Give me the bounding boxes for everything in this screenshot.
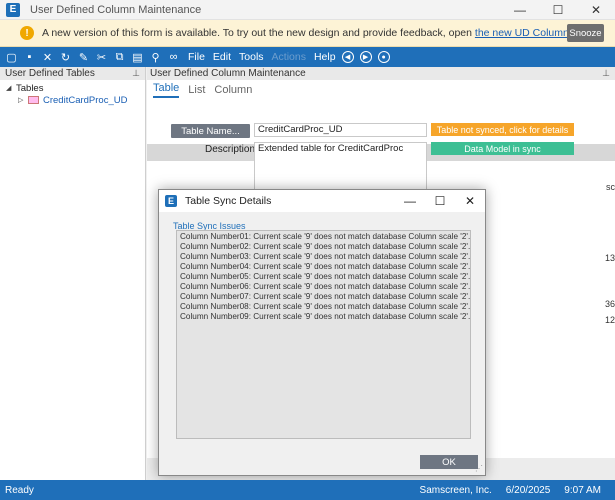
status-company: Samscreen, Inc. — [419, 484, 492, 496]
tree-node-table-label[interactable]: CreditCardProc_UD — [43, 95, 127, 106]
close-button[interactable]: ✕ — [577, 0, 615, 20]
grid-edge-text: 36 — [604, 299, 615, 309]
tab-table[interactable]: Table — [153, 82, 180, 98]
table-sync-dialog: E Table Sync Details — ☐ ✕ Table Sync Is… — [158, 189, 486, 476]
right-panel-header: User Defined Column Maintenance ⊥ — [147, 67, 615, 80]
pin-icon[interactable]: ⊥ — [602, 67, 610, 80]
status-date: 6/20/2025 — [505, 484, 551, 496]
issue-line: Column Number07: Current scale '9' does … — [180, 292, 470, 301]
dialog-titlebar: E Table Sync Details — ☐ ✕ — [159, 190, 485, 212]
collapsed-triangle-icon[interactable]: ▷ — [18, 96, 28, 104]
tab-strip: Table List Column — [147, 80, 615, 98]
data-model-status: Data Model in sync — [431, 142, 574, 155]
save-icon[interactable]: ▪ — [23, 51, 36, 64]
window-controls: — ☐ ✕ — [501, 0, 615, 20]
cut-icon[interactable]: ✂ — [95, 51, 108, 64]
grid-edge-text: 12 — [604, 315, 615, 325]
status-time: 9:07 AM — [564, 484, 601, 496]
forward-icon[interactable]: ▶ — [359, 51, 372, 63]
new-ud-column-link[interactable]: the new UD Column — [475, 27, 569, 39]
status-right: Samscreen, Inc. 6/20/2025 9:07 AM — [420, 485, 615, 496]
dialog-close-button[interactable]: ✕ — [455, 190, 485, 212]
issue-line: Column Number05: Current scale '9' does … — [180, 272, 470, 281]
left-panel-title: User Defined Tables — [5, 68, 95, 79]
binoculars-icon[interactable]: ∞ — [167, 51, 180, 64]
table-not-synced-button[interactable]: Table not synced, click for details — [431, 123, 574, 136]
window-title: User Defined Column Maintenance — [30, 3, 202, 16]
main-toolbar: ▢ ▪ ✕ ↻ ✎ ✂ ⧉ ▤ ⚲ ∞ File Edit Tools Acti… — [0, 47, 615, 67]
left-panel-header: User Defined Tables ⊥ — [0, 67, 145, 80]
issue-line: Column Number06: Current scale '9' does … — [180, 282, 470, 291]
dialog-minimize-button[interactable]: — — [395, 190, 425, 212]
issue-line: Column Number02: Current scale '9' does … — [180, 242, 470, 251]
description-label: Description: — [205, 144, 258, 155]
expanded-triangle-icon[interactable]: ◢ — [6, 84, 16, 92]
new-icon[interactable]: ▢ — [5, 51, 18, 64]
menu-actions[interactable]: Actions — [272, 51, 306, 63]
app-logo-icon: E — [6, 2, 20, 17]
grid-edge-text: sc — [606, 182, 615, 192]
dialog-maximize-button[interactable]: ☐ — [425, 190, 455, 212]
table-name-field[interactable]: CreditCardProc_UD — [254, 123, 427, 137]
minimize-button[interactable]: — — [501, 0, 539, 20]
issue-line: Column Number03: Current scale '9' does … — [180, 252, 470, 261]
snooze-button[interactable]: Snooze — [567, 24, 604, 42]
menu-file[interactable]: File — [188, 51, 205, 63]
window-titlebar: E User Defined Column Maintenance — ☐ ✕ — [0, 0, 615, 20]
menu-tools[interactable]: Tools — [239, 51, 264, 63]
menu-edit[interactable]: Edit — [213, 51, 231, 63]
dialog-title: Table Sync Details — [185, 195, 272, 207]
table-icon — [28, 96, 39, 104]
tables-tree: ◢ Tables ▷ CreditCardProc_UD — [0, 80, 145, 106]
issue-line: Column Number01: Current scale '9' does … — [180, 232, 470, 241]
dialog-controls: — ☐ ✕ — [395, 190, 485, 212]
paste-icon[interactable]: ▤ — [131, 51, 144, 64]
description-field[interactable]: Extended table for CreditCardProc — [254, 142, 427, 194]
right-panel-title: User Defined Column Maintenance — [150, 68, 306, 79]
resize-grip-icon[interactable]: ⋰ — [475, 464, 483, 473]
tab-column[interactable]: Column — [214, 84, 252, 98]
status-text: Ready — [5, 484, 34, 496]
notification-banner: ! A new version of this form is availabl… — [0, 20, 615, 47]
issue-line: Column Number08: Current scale '9' does … — [180, 302, 470, 311]
clear-icon[interactable]: ✎ — [77, 51, 90, 64]
tab-list[interactable]: List — [188, 84, 205, 98]
table-name-button[interactable]: Table Name... — [171, 124, 250, 138]
pin-icon[interactable]: ⊥ — [132, 67, 140, 80]
left-panel: User Defined Tables ⊥ ◢ Tables ▷ CreditC… — [0, 67, 146, 480]
delete-icon[interactable]: ✕ — [41, 51, 54, 64]
record-icon[interactable]: ● — [377, 51, 390, 63]
status-bar: Ready Samscreen, Inc. 6/20/2025 9:07 AM — [0, 480, 615, 500]
copy-icon[interactable]: ⧉ — [113, 51, 126, 64]
refresh-icon[interactable]: ↻ — [59, 51, 72, 64]
grid-edge-text: 13 — [604, 253, 615, 263]
attachment-icon[interactable]: ⚲ — [149, 51, 162, 64]
maximize-button[interactable]: ☐ — [539, 0, 577, 20]
banner-text: A new version of this form is available.… — [42, 27, 475, 39]
tree-node-tables-label: Tables — [16, 82, 44, 94]
issue-line: Column Number04: Current scale '9' does … — [180, 262, 470, 271]
warning-icon: ! — [20, 26, 34, 40]
back-icon[interactable]: ◀ — [341, 51, 354, 63]
ok-button[interactable]: OK — [420, 455, 478, 469]
tree-node-table[interactable]: ▷ CreditCardProc_UD — [6, 94, 145, 106]
issues-list[interactable]: Column Number01: Current scale '9' does … — [176, 230, 471, 439]
tree-node-tables[interactable]: ◢ Tables — [6, 82, 145, 94]
menu-help[interactable]: Help — [314, 51, 336, 63]
dialog-logo-icon: E — [165, 195, 177, 207]
issue-line: Column Number09: Current scale '9' does … — [180, 312, 470, 321]
banner-message: A new version of this form is available.… — [42, 27, 569, 39]
